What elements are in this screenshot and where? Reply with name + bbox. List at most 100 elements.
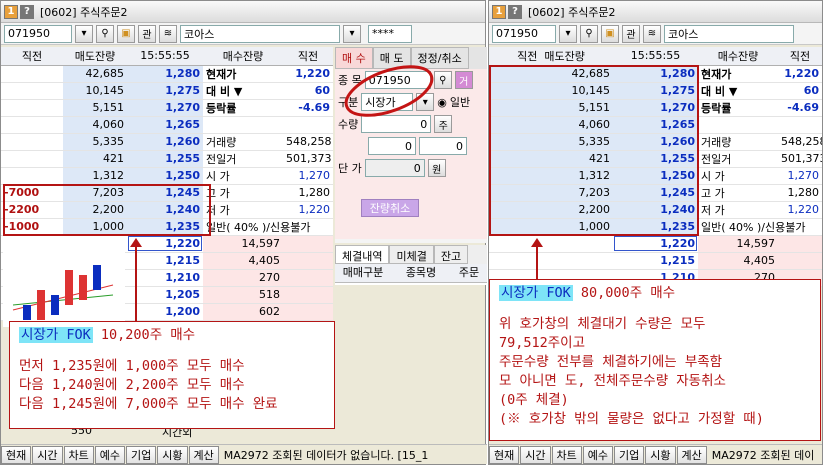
bid-price-cell[interactable]: 1,200	[127, 303, 203, 321]
settings-icon[interactable]: ≋	[643, 24, 661, 43]
bid-price-cell[interactable]: 1,220	[613, 235, 698, 253]
ask-qty-cell[interactable]: 5,335	[489, 133, 613, 151]
ask-row[interactable]: 10,145 1,275 대 비 ▼ 60	[1, 82, 333, 100]
ask-price-cell[interactable]: 1,255	[127, 150, 203, 168]
bid-price-cell[interactable]: 1,205	[127, 286, 203, 304]
bid-qty-cell[interactable]: 14,597	[203, 235, 283, 253]
ask-qty-cell[interactable]: 4,060	[63, 116, 127, 134]
btn-market[interactable]: 시황	[645, 445, 676, 464]
ask-qty-cell[interactable]: 5,151	[489, 99, 613, 117]
ask-price-cell[interactable]: 1,280	[613, 65, 698, 83]
ask-prev-cell[interactable]	[1, 150, 63, 168]
bid-qty-cell[interactable]: 518	[203, 286, 283, 304]
ask-price-cell[interactable]: 1,250	[127, 167, 203, 185]
ask-qty-cell[interactable]: 1,312	[63, 167, 127, 185]
settings-icon[interactable]: ≋	[159, 24, 177, 43]
ask-row[interactable]: 42,685 1,280 현재가 1,220	[489, 65, 822, 83]
bid-row[interactable]: 1,215 4,405	[489, 252, 822, 270]
bid-qty-cell[interactable]: 602	[203, 303, 283, 321]
more-icon[interactable]: 거	[454, 71, 473, 89]
btn-company[interactable]: 기업	[614, 445, 645, 464]
stock-code-input[interactable]: 071950	[492, 24, 556, 43]
btn-current[interactable]: 현재	[1, 445, 32, 464]
tab-balance[interactable]: 잔고	[433, 245, 469, 264]
ask-row[interactable]: -1000 1,000 1,235 일반( 40% )/신용불가	[1, 218, 333, 236]
btn-current[interactable]: 현재	[489, 445, 520, 464]
ask-qty-cell[interactable]: 5,151	[63, 99, 127, 117]
ask-qty-cell[interactable]: 7,203	[489, 184, 613, 202]
ask-qty-cell[interactable]: 421	[63, 150, 127, 168]
price-input-1[interactable]: 0	[368, 137, 416, 155]
ask-price-cell[interactable]: 1,240	[613, 201, 698, 219]
ask-price-cell[interactable]: 1,265	[127, 116, 203, 134]
tab-unfilled[interactable]: 미체결	[389, 245, 434, 264]
btn-time[interactable]: 시간	[32, 445, 63, 464]
btn-calc[interactable]: 계산	[676, 445, 707, 464]
ask-row[interactable]: 5,151 1,270 등락률 -4.69	[1, 99, 333, 117]
tab-fills[interactable]: 체결내역	[335, 245, 390, 264]
ask-prev-cell[interactable]: -2200	[1, 201, 63, 219]
ask-price-cell[interactable]: 1,245	[613, 184, 698, 202]
ask-price-cell[interactable]: 1,260	[613, 133, 698, 151]
btn-company[interactable]: 기업	[126, 445, 157, 464]
ask-qty-cell[interactable]: 1,000	[489, 218, 613, 236]
btn-market[interactable]: 시황	[157, 445, 188, 464]
ask-prev-cell[interactable]: -7000	[1, 184, 63, 202]
ask-price-cell[interactable]: 1,275	[613, 82, 698, 100]
ask-row[interactable]: -7000 7,203 1,245 고 가 1,280	[1, 184, 333, 202]
ask-price-cell[interactable]: 1,255	[613, 150, 698, 168]
ask-row[interactable]: 1,000 1,235 일반( 40% )/신용불가	[489, 218, 822, 236]
btn-calc[interactable]: 계산	[188, 445, 219, 464]
bid-qty-cell[interactable]: 270	[203, 269, 283, 287]
dropdown-icon[interactable]: ▾	[559, 24, 577, 43]
bid-qty-cell[interactable]: 14,597	[698, 235, 778, 253]
search-icon[interactable]: ⚲	[580, 24, 598, 43]
help-icon[interactable]: ?	[20, 4, 34, 19]
ask-qty-cell[interactable]: 421	[489, 150, 613, 168]
ask-row[interactable]: 2,200 1,240 저 가 1,220	[489, 201, 822, 219]
ask-prev-cell[interactable]	[1, 65, 63, 83]
ask-prev-cell[interactable]: -1000	[1, 218, 63, 236]
ask-price-cell[interactable]: 1,265	[613, 116, 698, 134]
ask-qty-cell[interactable]: 2,200	[489, 201, 613, 219]
ask-prev-cell[interactable]	[1, 116, 63, 134]
stock-code-input[interactable]: 071950	[4, 24, 72, 43]
bid-price-cell[interactable]: 1,215	[127, 252, 203, 270]
ask-price-cell[interactable]: 1,240	[127, 201, 203, 219]
danga-input[interactable]: 0	[364, 159, 425, 177]
help-icon[interactable]: ?	[508, 4, 522, 19]
ask-row[interactable]: 1,312 1,250 시 가 1,270	[1, 167, 333, 185]
folder-icon[interactable]: ▣	[601, 24, 619, 43]
ask-price-cell[interactable]: 1,235	[127, 218, 203, 236]
ask-price-cell[interactable]: 1,275	[127, 82, 203, 100]
search-icon[interactable]: ⚲	[96, 24, 114, 43]
bid-price-cell[interactable]: 1,215	[613, 252, 698, 270]
ask-prev-cell[interactable]	[1, 133, 63, 151]
password-field[interactable]: ****	[368, 24, 412, 43]
window-number-icon[interactable]: 1	[4, 4, 18, 19]
ask-row[interactable]: 421 1,255 전일거 501,373	[1, 150, 333, 168]
folder-icon[interactable]: ▣	[117, 24, 135, 43]
ask-row[interactable]: 4,060 1,265	[1, 116, 333, 134]
btn-deposit[interactable]: 예수	[582, 445, 613, 464]
gwan-button[interactable]: 관	[138, 24, 156, 43]
ask-qty-cell[interactable]: 1,000	[63, 218, 127, 236]
ask-price-cell[interactable]: 1,235	[613, 218, 698, 236]
ask-row[interactable]: 5,335 1,260 거래량 548,258	[489, 133, 822, 151]
ask-qty-cell[interactable]: 7,203	[63, 184, 127, 202]
btn-deposit[interactable]: 예수	[94, 445, 125, 464]
ask-qty-cell[interactable]: 10,145	[63, 82, 127, 100]
dropdown-icon[interactable]: ▾	[75, 24, 93, 43]
dropdown-icon[interactable]: ▾	[343, 24, 361, 43]
ask-row[interactable]: 421 1,255 전일거 501,373	[489, 150, 822, 168]
ask-row[interactable]: 42,685 1,280 현재가 1,220	[1, 65, 333, 83]
ask-price-cell[interactable]: 1,280	[127, 65, 203, 83]
window-number-icon[interactable]: 1	[492, 4, 506, 19]
btn-time[interactable]: 시간	[520, 445, 551, 464]
ask-row[interactable]: 10,145 1,275 대 비 ▼ 60	[489, 82, 822, 100]
ask-price-cell[interactable]: 1,250	[613, 167, 698, 185]
won-button[interactable]: 원	[427, 159, 446, 177]
ask-prev-cell[interactable]	[1, 167, 63, 185]
btn-chart[interactable]: 차트	[551, 445, 582, 464]
ask-row[interactable]: -2200 2,200 1,240 저 가 1,220	[1, 201, 333, 219]
